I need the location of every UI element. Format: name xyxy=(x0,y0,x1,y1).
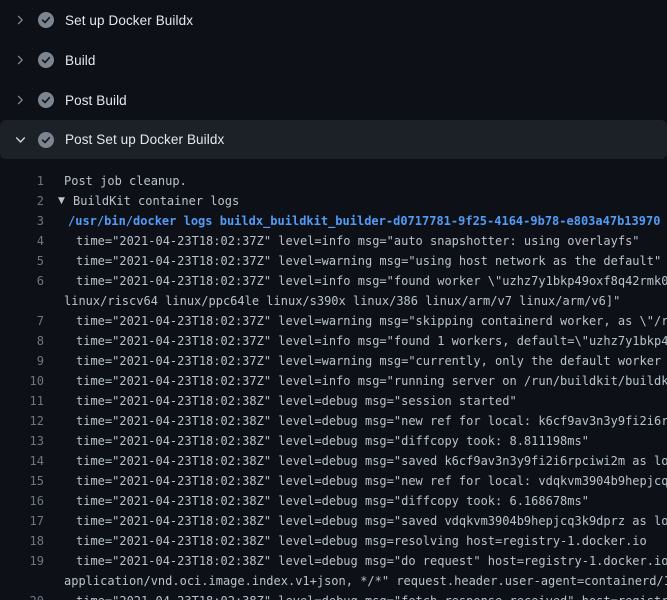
line-number[interactable]: 8 xyxy=(0,331,44,351)
chevron-right-icon xyxy=(12,12,28,28)
line-number[interactable]: 4 xyxy=(0,231,44,251)
log-text: time="2021-04-23T18:02:38Z" level=debug … xyxy=(76,391,517,411)
check-circle-icon xyxy=(38,12,54,28)
line-number[interactable]: 16 xyxy=(0,491,44,511)
line-number[interactable]: 2 xyxy=(0,191,44,211)
check-circle-icon xyxy=(38,132,54,148)
log-text: time="2021-04-23T18:02:37Z" level=info m… xyxy=(76,331,667,351)
line-number[interactable]: 14 xyxy=(0,451,44,471)
line-number[interactable]: 18 xyxy=(0,531,44,551)
check-circle-icon xyxy=(38,92,54,108)
line-number[interactable]: 1 xyxy=(0,171,44,191)
log-line-6: 6 time="2021-04-23T18:02:37Z" level=info … xyxy=(0,271,667,291)
actions-log-viewer: Set up Docker Buildx Build Post Build xyxy=(0,0,667,600)
group-collapse-marker-icon[interactable]: ▼ xyxy=(58,191,67,211)
line-number[interactable]: 11 xyxy=(0,391,44,411)
log-line-8: 8 time="2021-04-23T18:02:37Z" level=info … xyxy=(0,331,667,351)
command-text: /usr/bin/docker logs buildx_buildkit_bui… xyxy=(68,211,660,231)
log-line-14: 14 time="2021-04-23T18:02:38Z" level=debu… xyxy=(0,451,667,471)
log-text: time="2021-04-23T18:02:38Z" level=debug … xyxy=(76,491,589,511)
log-text: time="2021-04-23T18:02:38Z" level=debug … xyxy=(76,531,647,551)
log-line-16: 16 time="2021-04-23T18:02:38Z" level=debu… xyxy=(0,491,667,511)
log-line-3: 3/usr/bin/docker logs buildx_buildkit_bu… xyxy=(0,211,667,231)
chevron-right-icon xyxy=(12,52,28,68)
line-number[interactable]: 19 xyxy=(0,551,44,571)
line-number[interactable]: 15 xyxy=(0,471,44,491)
log-text: time="2021-04-23T18:02:38Z" level=debug … xyxy=(76,451,667,471)
log-line-9: 9 time="2021-04-23T18:02:37Z" level=warni… xyxy=(0,351,667,371)
line-number[interactable]: 13 xyxy=(0,431,44,451)
log-text: time="2021-04-23T18:02:38Z" level=debug … xyxy=(76,511,667,531)
line-number xyxy=(0,571,44,591)
log-line-7: 7 time="2021-04-23T18:02:37Z" level=warni… xyxy=(0,311,667,331)
step-row-post-set-up-docker-buildx[interactable]: Post Set up Docker Buildx xyxy=(0,120,667,159)
line-number[interactable]: 5 xyxy=(0,251,44,271)
line-number[interactable]: 3 xyxy=(0,211,44,231)
log-line-2: 2 ▼ BuildKit container logs xyxy=(0,191,667,211)
step-title: Post Build xyxy=(65,93,127,108)
log-output: 1 Post job cleanup. 2 ▼ BuildKit container l… xyxy=(0,159,667,600)
log-line-5: 5 time="2021-04-23T18:02:37Z" level=warni… xyxy=(0,251,667,271)
line-number[interactable]: 9 xyxy=(0,351,44,371)
log-line-19: 19 time="2021-04-23T18:02:38Z" level=debu… xyxy=(0,551,667,571)
log-line-continuation: application/vnd.oci.image.index.v1+json,… xyxy=(0,571,667,591)
line-number xyxy=(0,291,44,311)
log-text: time="2021-04-23T18:02:38Z" level=debug … xyxy=(76,591,667,600)
steps-list: Set up Docker Buildx Build Post Build xyxy=(0,0,667,159)
log-text: time="2021-04-23T18:02:38Z" level=debug … xyxy=(76,471,667,491)
chevron-down-icon xyxy=(12,132,28,148)
log-text: time="2021-04-23T18:02:38Z" level=debug … xyxy=(76,411,667,431)
line-number[interactable]: 7 xyxy=(0,311,44,331)
step-row-post-build[interactable]: Post Build xyxy=(0,80,667,120)
line-number[interactable]: 6 xyxy=(0,271,44,291)
line-number[interactable]: 20 xyxy=(0,591,44,600)
log-text: time="2021-04-23T18:02:37Z" level=warnin… xyxy=(76,351,667,371)
check-circle-icon xyxy=(38,52,54,68)
log-line-12: 12 time="2021-04-23T18:02:38Z" level=debu… xyxy=(0,411,667,431)
log-text: time="2021-04-23T18:02:37Z" level=info m… xyxy=(76,271,667,291)
line-number[interactable]: 12 xyxy=(0,411,44,431)
log-text: BuildKit container logs xyxy=(73,191,239,211)
log-text: Post job cleanup. xyxy=(64,171,187,191)
step-title: Post Set up Docker Buildx xyxy=(65,132,224,147)
step-row-set-up-docker-buildx[interactable]: Set up Docker Buildx xyxy=(0,0,667,40)
line-number[interactable]: 17 xyxy=(0,511,44,531)
log-text: time="2021-04-23T18:02:38Z" level=debug … xyxy=(76,431,589,451)
line-number[interactable]: 10 xyxy=(0,371,44,391)
log-line-18: 18 time="2021-04-23T18:02:38Z" level=debu… xyxy=(0,531,667,551)
step-title: Set up Docker Buildx xyxy=(65,13,193,28)
log-text: time="2021-04-23T18:02:37Z" level=info m… xyxy=(76,371,667,391)
step-row-build[interactable]: Build xyxy=(0,40,667,80)
log-text: time="2021-04-23T18:02:38Z" level=debug … xyxy=(76,551,667,571)
log-line-continuation: linux/riscv64 linux/ppc64le linux/s390x … xyxy=(0,291,667,311)
log-line-1: 1 Post job cleanup. xyxy=(0,171,667,191)
log-text: linux/riscv64 linux/ppc64le linux/s390x … xyxy=(64,291,620,311)
log-line-11: 11 time="2021-04-23T18:02:38Z" level=debu… xyxy=(0,391,667,411)
chevron-right-icon xyxy=(12,92,28,108)
log-line-10: 10 time="2021-04-23T18:02:37Z" level=info… xyxy=(0,371,667,391)
log-text: time="2021-04-23T18:02:37Z" level=info m… xyxy=(76,231,640,251)
log-line-15: 15 time="2021-04-23T18:02:38Z" level=debu… xyxy=(0,471,667,491)
log-text: time="2021-04-23T18:02:37Z" level=warnin… xyxy=(76,251,661,271)
log-line-17: 17 time="2021-04-23T18:02:38Z" level=debu… xyxy=(0,511,667,531)
step-title: Build xyxy=(65,53,96,68)
log-text: application/vnd.oci.image.index.v1+json,… xyxy=(64,571,667,591)
log-text: time="2021-04-23T18:02:37Z" level=warnin… xyxy=(76,311,667,331)
log-line-20: 20 time="2021-04-23T18:02:38Z" level=debu… xyxy=(0,591,667,600)
log-line-13: 13 time="2021-04-23T18:02:38Z" level=debu… xyxy=(0,431,667,451)
log-line-4: 4 time="2021-04-23T18:02:37Z" level=info … xyxy=(0,231,667,251)
